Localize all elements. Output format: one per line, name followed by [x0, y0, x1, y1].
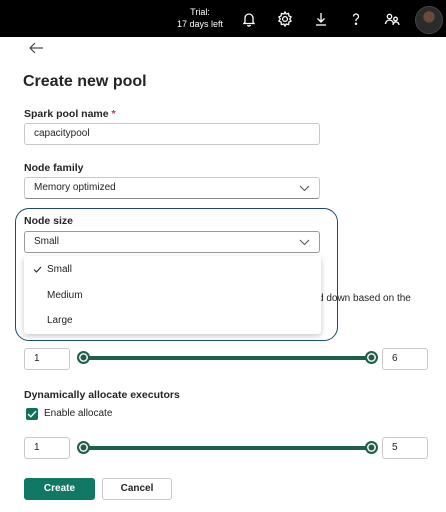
executors-slider-min-thumb[interactable]: [77, 441, 90, 454]
cancel-button[interactable]: Cancel: [102, 478, 172, 500]
required-mark: *: [111, 108, 116, 120]
back-arrow-icon[interactable]: [27, 41, 45, 55]
avatar[interactable]: [415, 6, 443, 34]
checkmark-icon: [27, 410, 37, 418]
chevron-down-icon: [299, 185, 310, 192]
nodes-min-value: 1: [34, 353, 40, 364]
trial-status: Trial: 17 days left: [170, 6, 230, 30]
nodes-slider-min-thumb[interactable]: [77, 351, 90, 364]
executors-min-value: 1: [34, 442, 40, 453]
spark-pool-name-value: capacitypool: [34, 128, 90, 139]
trial-label: Trial:: [190, 7, 210, 17]
executors-slider-max-thumb[interactable]: [365, 441, 378, 454]
share-people-icon[interactable]: [383, 10, 401, 28]
spark-pool-name-label-text: Spark pool name: [24, 108, 109, 120]
nodes-min-input[interactable]: 1: [24, 348, 70, 370]
page-title: Create new pool: [23, 73, 147, 90]
create-button[interactable]: Create: [24, 478, 95, 500]
node-family-select[interactable]: Memory optimized: [24, 177, 320, 199]
spark-pool-name-label: Spark pool name *: [24, 108, 116, 120]
bell-icon[interactable]: [240, 10, 258, 28]
executors-slider-track[interactable]: [81, 446, 371, 450]
trial-days-left: 17 days left: [176, 19, 224, 29]
node-family-label: Node family: [24, 162, 84, 174]
executors-max-value: 5: [392, 442, 398, 453]
executors-min-input[interactable]: 1: [24, 437, 70, 459]
node-family-value: Memory optimized: [34, 182, 116, 193]
spark-pool-name-input[interactable]: capacitypool: [24, 123, 320, 145]
executors-max-input[interactable]: 5: [382, 437, 428, 459]
help-icon[interactable]: [347, 10, 365, 28]
dynamic-allocate-label: Dynamically allocate executors: [24, 389, 180, 401]
nodes-max-value: 6: [392, 353, 398, 364]
highlight-outline: [15, 208, 338, 341]
nodes-slider-track[interactable]: [81, 356, 371, 360]
gear-icon[interactable]: [276, 10, 294, 28]
nodes-slider-max-thumb[interactable]: [365, 351, 378, 364]
enable-allocate-label: Enable allocate: [44, 408, 113, 419]
enable-allocate-checkbox[interactable]: [26, 408, 38, 420]
top-bar: Trial: 17 days left: [0, 0, 446, 37]
download-icon[interactable]: [312, 10, 330, 28]
nodes-max-input[interactable]: 6: [382, 348, 428, 370]
